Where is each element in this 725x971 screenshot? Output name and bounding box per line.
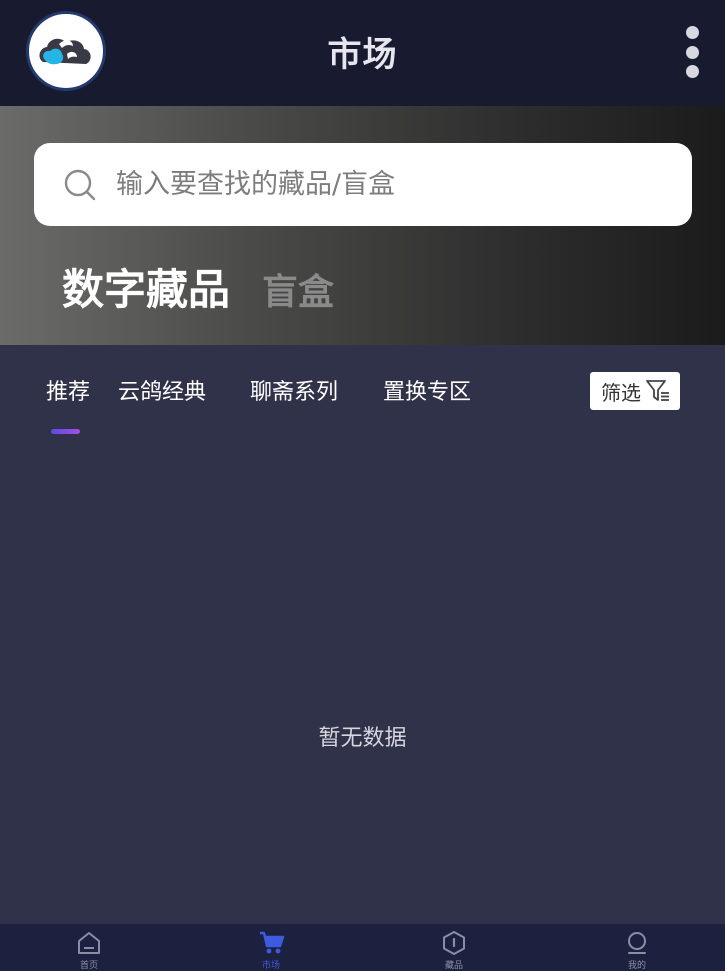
top-bar: 市场 <box>0 0 725 106</box>
filter-label: 筛选 <box>601 381 641 405</box>
category-tab-blind-box[interactable]: 盲盒 <box>262 263 334 315</box>
bottom-nav: 首页 市场 藏品 我的 <box>0 924 725 971</box>
search-icon <box>64 169 96 201</box>
tab-recommended[interactable]: 推荐 <box>46 374 90 406</box>
nav-item-collection[interactable]: 藏品 <box>414 924 494 971</box>
filter-icon <box>646 380 669 401</box>
more-dot-icon <box>686 26 699 39</box>
nav-item-profile[interactable]: 我的 <box>597 924 677 971</box>
empty-state-text: 暂无数据 <box>318 726 407 751</box>
search-box[interactable] <box>34 143 692 226</box>
home-icon <box>78 932 100 954</box>
active-tab-indicator <box>51 429 80 434</box>
nav-label-home: 首页 <box>79 961 98 971</box>
nav-label-market: 市场 <box>261 961 280 971</box>
profile-icon <box>628 932 646 954</box>
nav-item-market[interactable]: 市场 <box>231 924 311 971</box>
search-input[interactable] <box>116 159 656 209</box>
category-tab-digital-collectibles[interactable]: 数字藏品 <box>62 256 230 317</box>
collection-icon <box>443 931 465 955</box>
more-menu-button[interactable] <box>678 26 708 78</box>
tab-yunge-classic[interactable]: 云鸽经典 <box>118 374 206 406</box>
tab-liaozhai-series[interactable]: 聊斋系列 <box>250 374 338 406</box>
more-dot-icon <box>686 46 699 59</box>
nav-label-collection: 藏品 <box>444 961 463 971</box>
nav-label-profile: 我的 <box>627 961 646 971</box>
more-dot-icon <box>686 65 699 78</box>
cart-icon <box>260 931 285 954</box>
nav-item-home[interactable]: 首页 <box>49 924 129 971</box>
tab-exchange-zone[interactable]: 置换专区 <box>383 374 471 406</box>
page-title: 市场 <box>327 35 398 75</box>
filter-button[interactable]: 筛选 <box>590 372 680 410</box>
market-banner: 数字藏品 盲盒 <box>0 106 725 345</box>
